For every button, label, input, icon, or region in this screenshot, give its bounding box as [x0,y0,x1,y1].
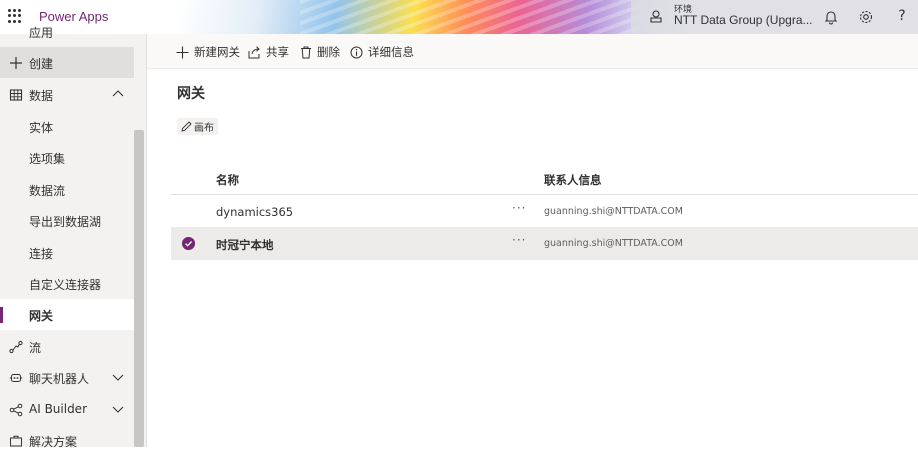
chatbot-icon [9,374,23,382]
nav-create-label: 创建 [29,57,54,71]
nav-flows[interactable]: 流 [0,331,134,362]
delete-label: 删除 [317,45,340,59]
details-label: 详细信息 [368,45,414,59]
nav-chatbots-label: 聊天机器人 [29,372,90,386]
nav-flows-label: 流 [29,341,42,355]
plus-icon [176,46,189,58]
table-row[interactable]: dynamics365 ··· guanning.shi@NTTDATA.COM [171,196,918,228]
canvas-button[interactable]: 画布 [177,118,218,135]
column-header-name[interactable]: 名称 [216,172,239,188]
bell-icon[interactable] [823,9,839,25]
trash-icon [301,46,311,58]
nav-entities[interactable]: 实体 [0,111,134,142]
chevron-up-icon[interactable] [112,89,124,99]
checkmark-icon[interactable] [182,237,195,250]
nav-dataflows[interactable]: 数据流 [0,174,134,205]
pencil-icon [181,121,192,132]
nav-custom-connectors[interactable]: 自定义连接器 [0,268,134,299]
nav-entities-label: 实体 [29,121,54,135]
page-title: 网关 [177,86,205,102]
delete-button[interactable]: 删除 [300,44,340,60]
nav-gateways[interactable]: 网关 [0,299,134,330]
gateway-name[interactable]: 时冠宁本地 [216,237,274,253]
gateway-contact: guanning.shi@NTTDATA.COM [544,238,683,249]
nav-apps[interactable]: 应用 [0,16,134,47]
nav-solutions-label: 解决方案 [29,435,78,449]
share-button[interactable]: 共享 [248,44,289,60]
help-icon[interactable]: ? [894,8,910,24]
nav-chatbots[interactable]: 聊天机器人 [0,362,134,393]
share-label: 共享 [266,45,289,59]
settings-icon[interactable] [858,9,874,25]
nav-custom-connectors-label: 自定义连接器 [29,278,102,292]
chevron-down-icon[interactable] [112,372,124,382]
nav-option-sets[interactable]: 选项集 [0,142,134,173]
more-options-icon[interactable]: ··· [512,201,526,215]
nav-apps-label: 应用 [29,26,54,40]
canvas-button-label: 画布 [194,123,214,134]
command-bar: 新建网关 共享 删除 详细信息 [147,34,918,69]
nav-solutions[interactable]: 解决方案 [0,425,134,456]
info-icon [350,46,363,58]
share-icon [248,45,260,58]
nav-data[interactable]: 数据 [0,79,134,110]
gateway-contact: guanning.shi@NTTDATA.COM [544,206,683,217]
more-options-icon[interactable]: ··· [512,233,526,247]
column-header-contact[interactable]: 联系人信息 [544,172,602,188]
nav-dataflows-label: 数据流 [29,184,66,198]
table-row-selected[interactable]: 时冠宁本地 ··· guanning.shi@NTTDATA.COM [171,228,918,260]
active-indicator [0,307,3,323]
flow-icon [9,340,23,354]
ai-builder-icon [9,403,23,417]
nav-connections-label: 连接 [29,247,54,261]
header-divider [171,194,918,195]
plus-icon [10,57,22,69]
nav-export-data-lake-label: 导出到数据湖 [29,215,102,229]
nav-export-data-lake[interactable]: 导出到数据湖 [0,205,134,236]
nav-data-label: 数据 [29,89,54,103]
header-banner-texture [300,0,640,34]
nav-ai-builder[interactable]: AI Builder [0,394,134,425]
nav-connections[interactable]: 连接 [0,237,134,268]
solutions-icon [10,435,22,447]
environment-name[interactable]: NTT Data Group (Upgra... [674,13,813,27]
sidebar-scrollbar[interactable] [134,130,144,447]
left-navigation: 应用 创建 数据 实体 选项集 数据流 导出到数据湖 连接 自定义连接器 网关 … [0,26,147,449]
new-gateway-button[interactable]: 新建网关 [176,44,240,60]
new-gateway-label: 新建网关 [194,45,240,59]
table-icon [9,89,23,101]
nav-gateways-label: 网关 [29,309,54,323]
nav-create[interactable]: 创建 [0,47,134,78]
details-button[interactable]: 详细信息 [350,44,414,60]
environment-icon [650,10,662,23]
top-bar: Power Apps 环境 NTT Data Group (Upgra... ? [0,0,918,34]
nav-option-sets-label: 选项集 [29,152,66,166]
nav-ai-builder-label: AI Builder [29,402,88,416]
chevron-down-icon[interactable] [112,404,124,414]
gateway-name[interactable]: dynamics365 [216,205,293,219]
